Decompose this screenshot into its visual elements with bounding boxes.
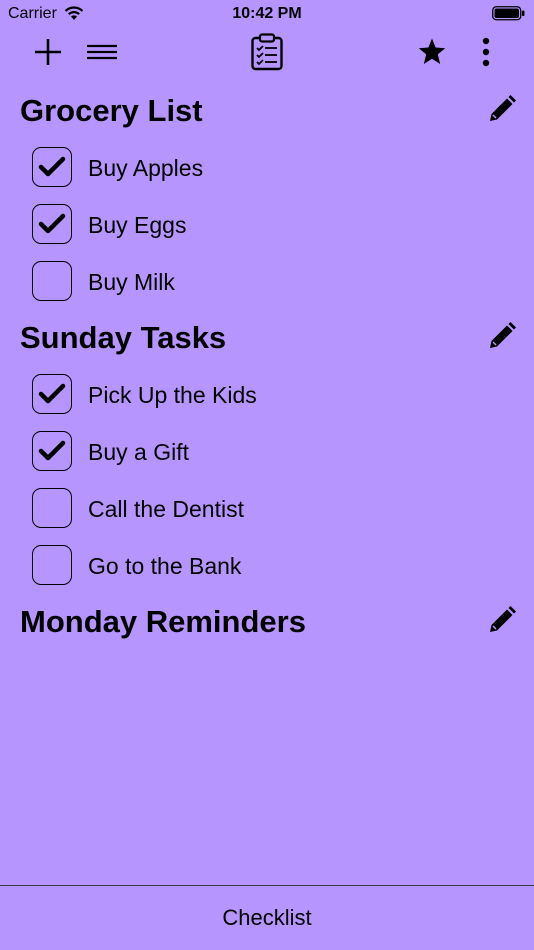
clock: 10:42 PM	[232, 5, 302, 22]
edit-section-button[interactable]	[484, 93, 520, 129]
item-label: Pick Up the Kids	[88, 382, 257, 408]
battery-icon	[492, 6, 526, 26]
star-icon	[417, 37, 447, 72]
checklists-button[interactable]	[245, 30, 289, 78]
checklist-item[interactable]: Go to the Bank	[32, 545, 512, 589]
item-checkbox[interactable]	[32, 261, 72, 301]
item-checkbox[interactable]	[32, 545, 72, 585]
edit-section-button[interactable]	[484, 320, 520, 356]
pencil-icon	[487, 605, 517, 640]
more-vertical-icon	[481, 37, 491, 72]
menu-icon	[87, 43, 117, 66]
item-label: Buy Milk	[88, 269, 175, 295]
checklist-item[interactable]: Pick Up the Kids	[32, 374, 512, 418]
pencil-icon	[487, 321, 517, 356]
checkmark-icon	[38, 383, 66, 404]
toolbar	[0, 30, 534, 80]
section-header: Monday Reminders	[20, 600, 520, 644]
section-header: Grocery List	[20, 89, 520, 133]
item-label: Call the Dentist	[88, 496, 244, 522]
checklist-item[interactable]: Buy Eggs	[32, 204, 512, 248]
checklist-item[interactable]: Buy Apples	[32, 147, 512, 191]
section-title: Grocery List	[20, 93, 203, 128]
checkmark-icon	[38, 213, 66, 234]
checklist-item[interactable]: Buy Milk	[32, 261, 512, 305]
add-button[interactable]	[26, 30, 70, 78]
more-button[interactable]	[464, 30, 508, 78]
item-checkbox[interactable]	[32, 204, 72, 244]
pencil-icon	[487, 94, 517, 129]
section-title: Monday Reminders	[20, 604, 306, 639]
checklist-item[interactable]: Call the Dentist	[32, 488, 512, 532]
section-title: Sunday Tasks	[20, 320, 227, 355]
item-checkbox[interactable]	[32, 431, 72, 471]
edit-section-button[interactable]	[484, 604, 520, 640]
favorites-button[interactable]	[410, 30, 454, 78]
item-checkbox[interactable]	[32, 374, 72, 414]
bottom-bar-title: Checklist	[222, 905, 312, 930]
section-header: Sunday Tasks	[20, 316, 520, 360]
item-label: Buy Apples	[88, 155, 204, 181]
bottom-bar: Checklist	[0, 886, 534, 950]
checkmark-icon	[38, 156, 66, 177]
item-checkbox[interactable]	[32, 147, 72, 187]
item-label: Go to the Bank	[88, 553, 242, 579]
item-label: Buy a Gift	[88, 439, 189, 465]
clipboard-checklist-icon	[251, 32, 283, 76]
checkmark-icon	[38, 440, 66, 461]
status-bar: Carrier 10:42 PM	[0, 0, 534, 28]
item-checkbox[interactable]	[32, 488, 72, 528]
menu-button[interactable]	[80, 30, 124, 78]
plus-icon	[33, 37, 63, 72]
checklist-item[interactable]: Buy a Gift	[32, 431, 512, 475]
item-label: Buy Eggs	[88, 212, 187, 238]
